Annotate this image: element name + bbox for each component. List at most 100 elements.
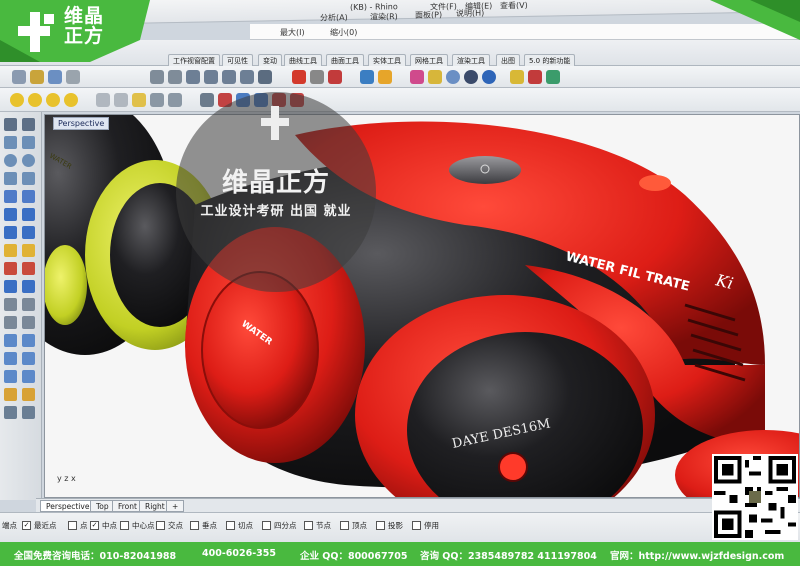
curve-icon[interactable]: [4, 190, 17, 203]
color-wheel-icon[interactable]: [410, 70, 424, 84]
checkbox-int[interactable]: [156, 521, 165, 530]
vtab-perspective[interactable]: Perspective: [40, 500, 96, 512]
boolean-union-icon[interactable]: [4, 262, 17, 275]
osnap-quad[interactable]: 四分点: [262, 520, 297, 531]
fillet-icon[interactable]: [22, 280, 35, 293]
osnap-mid[interactable]: ✓ 中点: [90, 520, 117, 531]
osnap-project[interactable]: 投影: [376, 520, 403, 531]
text-icon[interactable]: [22, 388, 35, 401]
tab-transform[interactable]: 变动: [258, 54, 282, 66]
select-arrow-icon[interactable]: [4, 118, 17, 131]
mirror-icon[interactable]: [4, 370, 17, 383]
checkbox-project[interactable]: [376, 521, 385, 530]
new-icon[interactable]: [12, 70, 26, 84]
render-sphere-icon[interactable]: [464, 70, 478, 84]
open-icon[interactable]: [30, 70, 44, 84]
cmd-option-shrink[interactable]: 缩小(0): [330, 27, 357, 38]
zoom-icon[interactable]: [204, 70, 218, 84]
checkbox-quad[interactable]: [262, 521, 271, 530]
tab-mesh-tools[interactable]: 网格工具: [410, 54, 448, 66]
help-icon[interactable]: [546, 70, 560, 84]
light-toggle-icon[interactable]: [64, 93, 78, 107]
osnap-disable[interactable]: 停用: [412, 520, 439, 531]
light-select-icon[interactable]: [46, 93, 60, 107]
menu-item-panels[interactable]: 面板(P): [415, 9, 442, 20]
scale-icon[interactable]: [22, 352, 35, 365]
tab-layout[interactable]: 出图: [496, 54, 520, 66]
hide-icon[interactable]: [150, 93, 164, 107]
material-icon[interactable]: [428, 70, 442, 84]
tab-render-tools[interactable]: 渲染工具: [452, 54, 490, 66]
menu-item-render[interactable]: 渲染(R): [370, 11, 398, 22]
environment-icon[interactable]: [482, 70, 496, 84]
point-icon[interactable]: [22, 118, 35, 131]
tab-curve-tools[interactable]: 曲线工具: [284, 54, 322, 66]
rotate-icon[interactable]: [4, 352, 17, 365]
checkbox-near[interactable]: ✓: [22, 521, 31, 530]
show-icon[interactable]: [168, 93, 182, 107]
line-icon[interactable]: [22, 136, 35, 149]
sphere-solid-icon[interactable]: [22, 244, 35, 257]
zoom-window-icon[interactable]: [222, 70, 236, 84]
options-icon[interactable]: [528, 70, 542, 84]
tab-surface-tools[interactable]: 曲面工具: [326, 54, 364, 66]
key-icon[interactable]: [510, 70, 524, 84]
rectangle-icon[interactable]: [22, 172, 35, 185]
osnap-tan[interactable]: 切点: [226, 520, 253, 531]
checkbox-point[interactable]: [68, 521, 77, 530]
tab-viewport-layout[interactable]: 工作视窗配置: [168, 54, 220, 66]
osnap-end[interactable]: 端点: [2, 520, 17, 531]
osnap-near[interactable]: ✓ 最近点: [22, 520, 57, 531]
array-icon[interactable]: [22, 370, 35, 383]
checkbox-disable[interactable]: [412, 521, 421, 530]
split-icon[interactable]: [22, 298, 35, 311]
menu-item-view[interactable]: 查看(V): [500, 0, 528, 11]
light-on-icon[interactable]: [10, 93, 24, 107]
loft-icon[interactable]: [4, 226, 17, 239]
menu-item-analyze[interactable]: 分析(A): [320, 12, 348, 23]
surface-icon[interactable]: [4, 208, 17, 221]
tab-new-in-v5[interactable]: 5.0 的新功能: [524, 54, 576, 66]
osnap-vertex[interactable]: 顶点: [340, 520, 367, 531]
layer-icon[interactable]: [360, 70, 374, 84]
osnap-int[interactable]: 交点: [156, 520, 183, 531]
pan-icon[interactable]: [168, 70, 182, 84]
polygon-icon[interactable]: [22, 190, 35, 203]
print-icon[interactable]: [66, 70, 80, 84]
vtab-add[interactable]: +: [166, 500, 185, 512]
dimension-icon[interactable]: [4, 388, 17, 401]
light-off-icon[interactable]: [28, 93, 42, 107]
osnap-perp[interactable]: 垂点: [190, 520, 217, 531]
osnap-center[interactable]: 中心点: [120, 520, 155, 531]
box-icon[interactable]: [4, 244, 17, 257]
arc-icon[interactable]: [4, 172, 17, 185]
checkbox-vertex[interactable]: [340, 521, 349, 530]
checkbox-center[interactable]: [120, 521, 129, 530]
four-views-icon[interactable]: [258, 70, 272, 84]
lightbulb-icon[interactable]: [378, 70, 392, 84]
trim-icon[interactable]: [4, 298, 17, 311]
zoom-extents-icon[interactable]: [240, 70, 254, 84]
extrude-icon[interactable]: [22, 208, 35, 221]
vtab-top[interactable]: Top: [90, 500, 115, 512]
copy-icon[interactable]: [22, 334, 35, 347]
menu-item-help[interactable]: 说明(H): [456, 8, 484, 19]
sphere-icon[interactable]: [446, 70, 460, 84]
circle-icon[interactable]: [4, 154, 17, 167]
wireframe-icon[interactable]: [310, 70, 324, 84]
viewport-title[interactable]: Perspective: [53, 117, 110, 130]
tab-visibility[interactable]: 可见性: [222, 54, 253, 66]
checkbox-mid[interactable]: ✓: [90, 521, 99, 530]
save-icon[interactable]: [48, 70, 62, 84]
curvature-icon[interactable]: [22, 406, 35, 419]
lock-selected-icon[interactable]: [132, 93, 146, 107]
perspective-viewport[interactable]: WATER FIL TRATE Ki WATER WATER DAYE DES1…: [44, 114, 800, 498]
checkbox-tan[interactable]: [226, 521, 235, 530]
move-icon[interactable]: [4, 334, 17, 347]
sweep-icon[interactable]: [22, 226, 35, 239]
boolean-diff-icon[interactable]: [22, 262, 35, 275]
polyline-icon[interactable]: [4, 136, 17, 149]
ellipse-icon[interactable]: [22, 154, 35, 167]
grid-icon[interactable]: [200, 93, 214, 107]
osnap-point[interactable]: 点: [68, 520, 88, 531]
